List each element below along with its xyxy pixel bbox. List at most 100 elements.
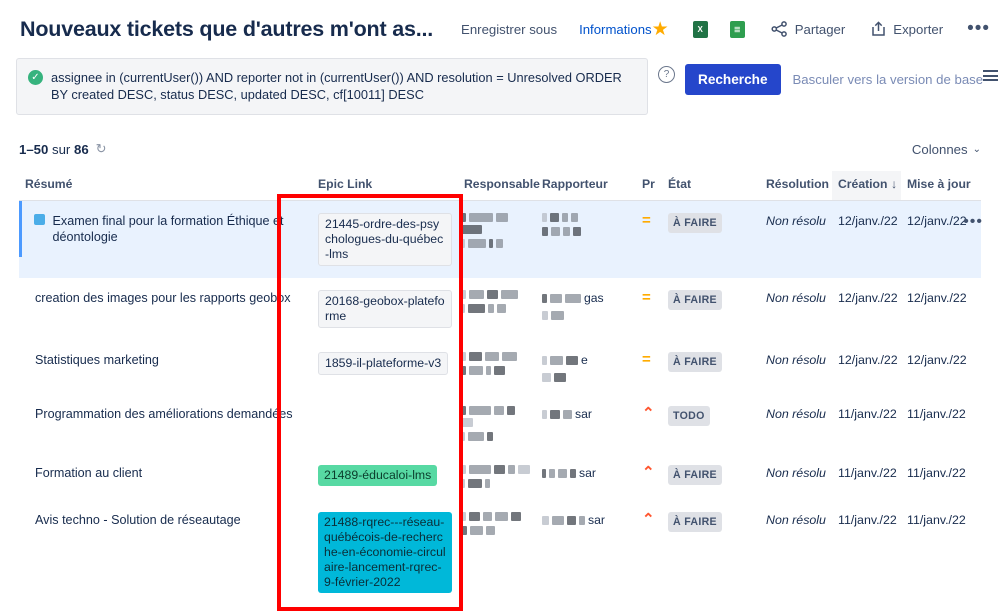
col-header-assignee[interactable]: Responsable: [458, 171, 540, 201]
more-actions-icon[interactable]: •••: [967, 19, 990, 38]
redaction-block: [460, 526, 467, 535]
table-header-row: Résumé Epic Link Responsable Rapporteur …: [19, 171, 981, 201]
table-row[interactable]: Statistiques marketing 1859-il-plateforme…: [19, 340, 981, 394]
cell-assignee: [458, 453, 536, 500]
table-row[interactable]: Programmation des améliorations demandée…: [19, 394, 981, 453]
redaction-block: [497, 304, 506, 313]
redacted-name: [460, 366, 530, 375]
col-header-priority[interactable]: Pr: [636, 171, 662, 201]
created-date: 12/janv./22: [838, 214, 898, 228]
details-link[interactable]: Informations: [579, 22, 652, 37]
jql-query-box[interactable]: ✓ assignee in (currentUser()) AND report…: [16, 58, 648, 115]
updated-date: 11/janv./22: [907, 466, 966, 480]
cell-created: 11/janv./22: [832, 500, 901, 605]
redacted-name: [460, 406, 530, 427]
cell-epic-link[interactable]: 20168-geobox-plateforme: [312, 278, 458, 340]
summary-text: creation des images pour les rapports ge…: [35, 291, 291, 305]
cell-summary[interactable]: creation des images pour les rapports ge…: [19, 278, 312, 340]
col-header-epic[interactable]: Epic Link: [312, 171, 458, 201]
redaction-block: [496, 213, 508, 222]
cell-summary[interactable]: Formation au client: [19, 453, 312, 500]
created-date: 12/janv./22: [838, 353, 898, 367]
redaction-block: [469, 366, 483, 375]
cell-created: 12/janv./22: [832, 340, 901, 394]
results-total: 86: [74, 141, 89, 157]
epic-link-badge[interactable]: 21489-éducaloi-lms: [318, 465, 438, 486]
redaction-block: [468, 432, 484, 441]
excel-export-icon[interactable]: X: [692, 20, 708, 38]
search-button[interactable]: Recherche: [685, 64, 781, 95]
share-label: Partager: [794, 21, 846, 37]
cell-priority: ⌃: [636, 605, 662, 611]
save-as-button[interactable]: Enregistrer sous: [461, 22, 557, 37]
cell-epic-link[interactable]: 21488-rqrec---réseau-québécois-de-recher…: [312, 500, 458, 605]
cell-status: À FAIRE: [662, 500, 760, 605]
cell-status: À FAIRE: [662, 340, 760, 394]
resolution-text: Non résolu: [766, 353, 826, 367]
redaction-block: [486, 366, 491, 375]
cell-updated: 11/janv./22: [901, 394, 981, 453]
cell-reporter: sar: [536, 394, 636, 453]
col-header-resolution[interactable]: Résolution: [760, 171, 832, 201]
col-header-reporter[interactable]: Rapporteur: [536, 171, 636, 201]
redaction-block: [558, 468, 567, 478]
page-header: Nouveaux tickets que d'autres m'ont as..…: [0, 0, 999, 58]
cell-summary[interactable]: Statistiques marketing: [19, 340, 312, 394]
results-range: 1–50: [19, 141, 49, 157]
resolution-text: Non résolu: [766, 466, 826, 480]
cell-summary[interactable]: Échéancier Validation: [19, 605, 312, 611]
redaction-block: [494, 366, 505, 375]
epic-link-badge[interactable]: 20168-geobox-plateforme: [318, 290, 452, 328]
table-row[interactable]: Formation au client 21489-éducaloi-lms sar…: [19, 453, 981, 500]
cell-epic-link[interactable]: 1859-il-plateforme-v3: [312, 340, 458, 394]
table-row[interactable]: creation des images pour les rapports ge…: [19, 278, 981, 340]
epic-link-badge[interactable]: 1859-il-plateforme-v3: [318, 352, 449, 375]
cell-assignee: [458, 500, 536, 605]
columns-button[interactable]: Colonnes ⌄: [912, 142, 981, 157]
cell-epic-link[interactable]: [312, 394, 458, 453]
col-header-status[interactable]: État: [662, 171, 760, 201]
cell-epic-link[interactable]: 21489-éducaloi-lms: [312, 453, 458, 500]
redacted-name: [460, 432, 530, 441]
row-actions-icon[interactable]: •••: [963, 214, 983, 230]
redaction-block: [460, 213, 466, 222]
table-row[interactable]: Échéancier Validation22496-apffq-AGA - a…: [19, 605, 981, 611]
redacted-name: [460, 526, 530, 535]
google-sheets-icon[interactable]: ≣: [729, 20, 745, 38]
col-header-created[interactable]: Création ↓: [832, 171, 901, 201]
share-button[interactable]: Partager: [771, 21, 846, 37]
cell-epic-link[interactable]: 22496-apffq-AGA - association-des-produc…: [312, 605, 458, 611]
cell-assignee: [458, 605, 536, 611]
cell-summary[interactable]: Programmation des améliorations demandée…: [19, 394, 312, 453]
cell-assignee: [458, 278, 536, 340]
summary-indent: [19, 406, 27, 422]
redaction-block: [460, 304, 465, 313]
redaction-block: [562, 213, 568, 222]
cell-epic-link[interactable]: 21445-ordre-des-psychologues-du-québec-l…: [312, 200, 458, 278]
reporter-visible-fragment: sar: [588, 513, 605, 527]
redaction-block: [487, 290, 498, 299]
col-header-updated[interactable]: Mise à jour: [901, 171, 981, 201]
col-header-summary[interactable]: Résumé: [19, 171, 312, 201]
cell-summary[interactable]: Avis techno - Solution de réseautage: [19, 500, 312, 605]
epic-link-badge[interactable]: 21488-rqrec---réseau-québécois-de-recher…: [318, 512, 452, 593]
col-header-created-label: Création: [838, 177, 888, 191]
favorite-star-icon[interactable]: ★: [652, 20, 669, 39]
priority-high-icon: ⌃: [642, 464, 655, 481]
switch-to-basic-link[interactable]: Basculer vers la version de base: [793, 72, 984, 87]
export-button[interactable]: Exporter: [871, 21, 943, 37]
help-icon[interactable]: ?: [658, 66, 675, 83]
cell-created: 11/janv./22: [832, 453, 901, 500]
jira-issue-search-page: Nouveaux tickets que d'autres m'ont as..…: [0, 0, 999, 611]
cell-summary[interactable]: Examen final pour la formation Éthique e…: [19, 200, 312, 278]
epic-link-badge[interactable]: 21445-ordre-des-psychologues-du-québec-l…: [318, 213, 452, 266]
redaction-block: [494, 406, 504, 415]
refresh-icon[interactable]: ↻: [96, 141, 107, 157]
redacted-name: [460, 290, 530, 299]
cell-resolution: Non résolu: [760, 340, 832, 394]
table-row[interactable]: Examen final pour la formation Éthique e…: [19, 200, 983, 278]
view-options-menu[interactable]: ⌄: [983, 70, 999, 81]
table-row[interactable]: Avis techno - Solution de réseautage 2148…: [19, 500, 981, 605]
summary-indent: [19, 290, 27, 306]
redaction-block: [488, 304, 494, 313]
